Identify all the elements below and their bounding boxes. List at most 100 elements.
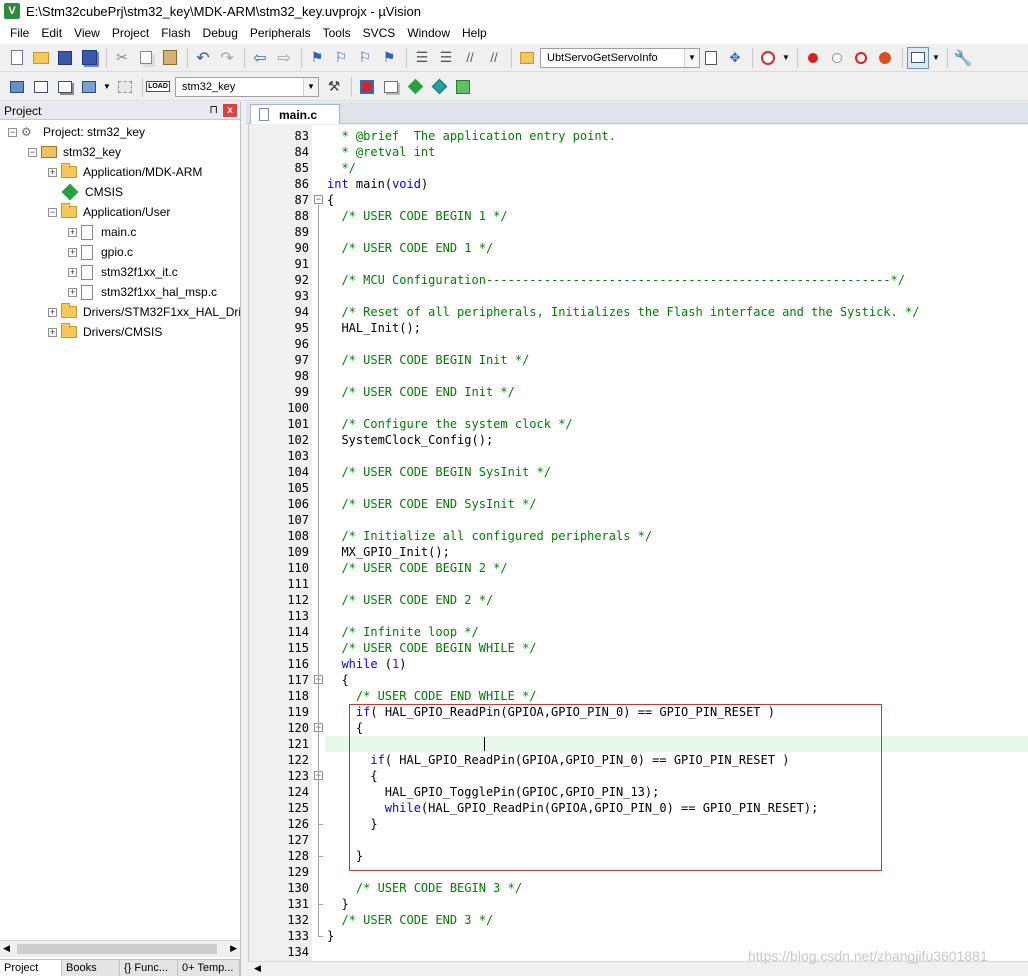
collapse-icon[interactable]: − bbox=[48, 207, 57, 217]
comment-icon[interactable]: // bbox=[459, 47, 481, 69]
tree-item-group[interactable]: + Application/MDK-ARM bbox=[48, 162, 202, 182]
code-line[interactable]: * @brief The application entry point. bbox=[327, 128, 616, 144]
cut-icon[interactable]: ✂ bbox=[111, 47, 133, 69]
find-icon[interactable] bbox=[700, 47, 722, 69]
panel-splitter[interactable] bbox=[241, 102, 246, 976]
uncomment-icon[interactable]: // bbox=[483, 47, 505, 69]
kill-breakpoints-icon[interactable] bbox=[874, 47, 896, 69]
disabled-breakpoint-icon[interactable] bbox=[826, 47, 848, 69]
expand-icon[interactable]: + bbox=[48, 307, 57, 317]
menu-window[interactable]: Window bbox=[401, 26, 456, 40]
close-icon[interactable]: x bbox=[223, 104, 237, 117]
pin-icon[interactable]: ⊓ bbox=[209, 103, 218, 116]
tree-item-group[interactable]: + Drivers/CMSIS bbox=[48, 322, 162, 342]
stop-build-icon[interactable] bbox=[114, 76, 136, 98]
expand-icon[interactable]: + bbox=[68, 287, 77, 297]
code-line[interactable]: /* USER CODE BEGIN 1 */ bbox=[327, 208, 507, 224]
open-folder-icon[interactable] bbox=[30, 47, 52, 69]
code-line[interactable]: /* USER CODE BEGIN WHILE */ bbox=[327, 640, 536, 656]
manage-components-icon[interactable] bbox=[380, 76, 402, 98]
new-file-icon[interactable] bbox=[6, 47, 28, 69]
code-line[interactable]: int main(void) bbox=[327, 176, 428, 192]
menu-svcs[interactable]: SVCS bbox=[357, 26, 402, 40]
tree-item-file[interactable]: + stm32f1xx_it.c bbox=[68, 262, 178, 282]
code-line[interactable]: /* USER CODE END 1 */ bbox=[327, 240, 493, 256]
menu-flash[interactable]: Flash bbox=[155, 26, 196, 40]
tree-item-group[interactable]: − Application/User bbox=[48, 202, 170, 222]
scrollbar-thumb[interactable] bbox=[17, 944, 217, 954]
code-line[interactable]: } bbox=[327, 896, 348, 912]
tree-item-file[interactable]: + main.c bbox=[68, 222, 136, 242]
code-line[interactable]: MX_GPIO_Init(); bbox=[327, 544, 449, 560]
save-icon[interactable] bbox=[54, 47, 76, 69]
code-line[interactable]: /* Infinite loop */ bbox=[327, 624, 478, 640]
target-combo[interactable]: stm32_key ▼ bbox=[175, 76, 319, 97]
menu-view[interactable]: View bbox=[68, 26, 106, 40]
code-line[interactable]: SystemClock_Config(); bbox=[327, 432, 493, 448]
indent-icon[interactable]: ☰ bbox=[411, 47, 433, 69]
scroll-left-icon[interactable]: ◀ bbox=[3, 943, 10, 954]
expand-icon[interactable]: + bbox=[48, 327, 57, 337]
menu-help[interactable]: Help bbox=[456, 26, 493, 40]
function-combo[interactable]: UbtServoGetServoInfo ▼ bbox=[540, 47, 700, 68]
redo-icon[interactable]: ↷ bbox=[216, 47, 238, 69]
nav-back-icon[interactable]: ⇦ bbox=[249, 47, 271, 69]
project-horizontal-scrollbar[interactable]: ◀ ▶ bbox=[0, 940, 240, 957]
code-line[interactable]: /* Configure the system clock */ bbox=[327, 416, 572, 432]
menu-file[interactable]: File bbox=[4, 26, 35, 40]
disable-all-breakpoints-icon[interactable] bbox=[850, 47, 872, 69]
code-line[interactable]: /* USER CODE END WHILE */ bbox=[327, 688, 537, 704]
tab-project[interactable]: Project bbox=[0, 960, 62, 976]
prev-bookmark-icon[interactable]: ⚐ bbox=[330, 47, 352, 69]
code-line[interactable]: /* USER CODE BEGIN 2 */ bbox=[327, 560, 507, 576]
debug-session-icon[interactable] bbox=[757, 47, 779, 69]
translate-icon[interactable] bbox=[6, 76, 28, 98]
tree-item-cmsis[interactable]: CMSIS bbox=[61, 182, 123, 202]
unindent-icon[interactable]: ☰ bbox=[435, 47, 457, 69]
manage-rte-icon[interactable] bbox=[404, 76, 426, 98]
tree-item-project[interactable]: − ⚙ Project: stm32_key bbox=[8, 122, 145, 142]
menu-tools[interactable]: Tools bbox=[317, 26, 357, 40]
clear-bookmarks-icon[interactable]: ⚑ bbox=[378, 47, 400, 69]
window-layout-icon[interactable] bbox=[907, 46, 929, 69]
code-line[interactable]: { bbox=[327, 672, 348, 688]
incremental-find-icon[interactable]: ✥ bbox=[724, 47, 746, 69]
code-line[interactable]: */ bbox=[327, 160, 355, 176]
tree-item-file[interactable]: + stm32f1xx_hal_msp.c bbox=[68, 282, 217, 302]
code-line[interactable]: /* USER CODE END 3 */ bbox=[327, 912, 493, 928]
menu-peripherals[interactable]: Peripherals bbox=[244, 26, 317, 40]
find-in-files-icon[interactable] bbox=[516, 47, 538, 69]
tab-functions[interactable]: {} Func... bbox=[120, 960, 178, 976]
rebuild-icon[interactable] bbox=[54, 76, 76, 98]
batch-build-icon[interactable] bbox=[78, 76, 100, 98]
target-options-icon[interactable]: ⚒ bbox=[323, 76, 345, 98]
scroll-right-icon[interactable]: ▶ bbox=[230, 943, 237, 954]
code-line[interactable]: /* Initialize all configured peripherals… bbox=[327, 528, 652, 544]
download-icon[interactable]: LOAD bbox=[146, 76, 170, 98]
code-line[interactable]: while (1) bbox=[327, 656, 406, 672]
collapse-icon[interactable]: − bbox=[8, 127, 17, 137]
paste-icon[interactable] bbox=[159, 47, 181, 69]
save-all-icon[interactable] bbox=[78, 47, 100, 69]
collapse-icon[interactable]: − bbox=[28, 147, 37, 157]
chevron-down-icon[interactable]: ▼ bbox=[102, 76, 112, 98]
tab-main-c[interactable]: main.c bbox=[250, 104, 340, 124]
code-line[interactable]: /* Reset of all peripherals, Initializes… bbox=[327, 304, 919, 320]
tab-templates[interactable]: 0+ Temp... bbox=[178, 960, 240, 976]
select-packs-icon[interactable] bbox=[428, 76, 450, 98]
code-line[interactable]: /* USER CODE END 2 */ bbox=[327, 592, 493, 608]
fold-toggle-icon[interactable]: − bbox=[314, 195, 323, 204]
bookmark-icon[interactable]: ⚑ bbox=[306, 47, 328, 69]
chevron-down-icon[interactable]: ▼ bbox=[684, 48, 699, 67]
pack-installer-icon[interactable] bbox=[452, 76, 474, 98]
code-line[interactable]: } bbox=[327, 928, 334, 944]
menu-edit[interactable]: Edit bbox=[35, 26, 68, 40]
breakpoint-icon[interactable] bbox=[802, 47, 824, 69]
tree-item-group[interactable]: + Drivers/STM32F1xx_HAL_Driver bbox=[48, 302, 240, 322]
configure-icon[interactable]: 🔧 bbox=[952, 47, 974, 69]
tab-books[interactable]: Books bbox=[62, 960, 120, 976]
nav-forward-icon[interactable]: ⇨ bbox=[273, 47, 295, 69]
tree-item-target[interactable]: − stm32_key bbox=[28, 142, 121, 162]
code-line[interactable]: * @retval int bbox=[327, 144, 435, 160]
code-line[interactable]: /* MCU Configuration--------------------… bbox=[327, 272, 905, 288]
